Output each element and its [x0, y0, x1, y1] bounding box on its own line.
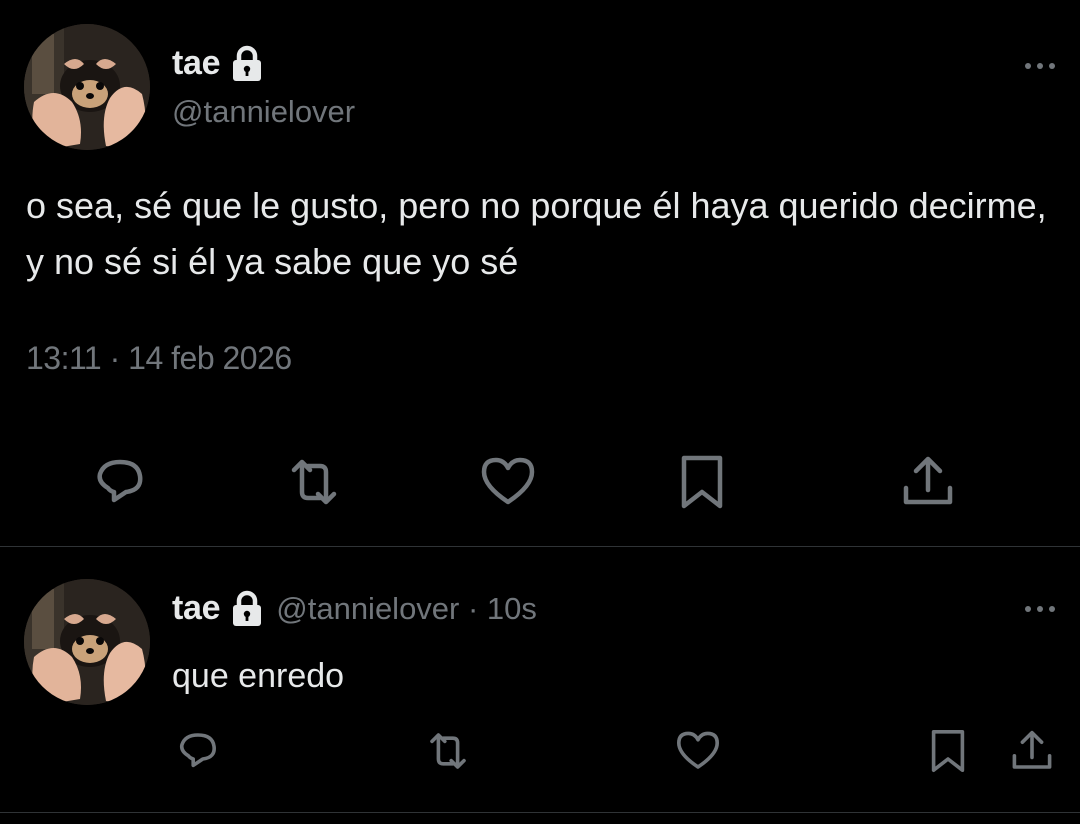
lock-icon [230, 45, 264, 83]
reply-icon[interactable] [174, 727, 222, 775]
author-handle-time[interactable]: @tannielover · 10s [276, 591, 537, 627]
author-handle[interactable]: @tannielover [172, 94, 355, 130]
bookmark-icon[interactable] [924, 727, 972, 775]
lock-icon [230, 590, 264, 628]
reply-tweet[interactable]: tae @tannielover · 10s que enredo [0, 547, 1080, 824]
display-name[interactable]: tae [172, 44, 221, 83]
retweet-icon[interactable] [284, 452, 344, 512]
like-icon[interactable] [478, 452, 538, 512]
main-tweet: tae @tannielover o sea, sé que le gusto,… [0, 0, 1080, 546]
reply-icon[interactable] [90, 452, 150, 512]
tweet-timestamp[interactable]: 13:11 · 14 feb 2026 [26, 340, 292, 377]
display-name[interactable]: tae [172, 589, 221, 628]
like-icon[interactable] [674, 727, 722, 775]
share-icon[interactable] [898, 452, 958, 512]
share-icon[interactable] [1008, 727, 1056, 775]
tweet-text: o sea, sé que le gusto, pero no porque é… [26, 185, 1047, 282]
author-name-row[interactable]: tae [172, 44, 264, 83]
more-options-icon[interactable] [1020, 601, 1060, 617]
more-options-icon[interactable] [1020, 58, 1060, 74]
reply-author-row[interactable]: tae @tannielover · 10s [172, 589, 537, 628]
retweet-icon[interactable] [424, 727, 472, 775]
avatar[interactable] [24, 24, 150, 150]
avatar[interactable] [24, 579, 150, 705]
bookmark-icon[interactable] [672, 452, 732, 512]
divider [0, 812, 1080, 813]
reply-text: que enredo [172, 657, 345, 695]
